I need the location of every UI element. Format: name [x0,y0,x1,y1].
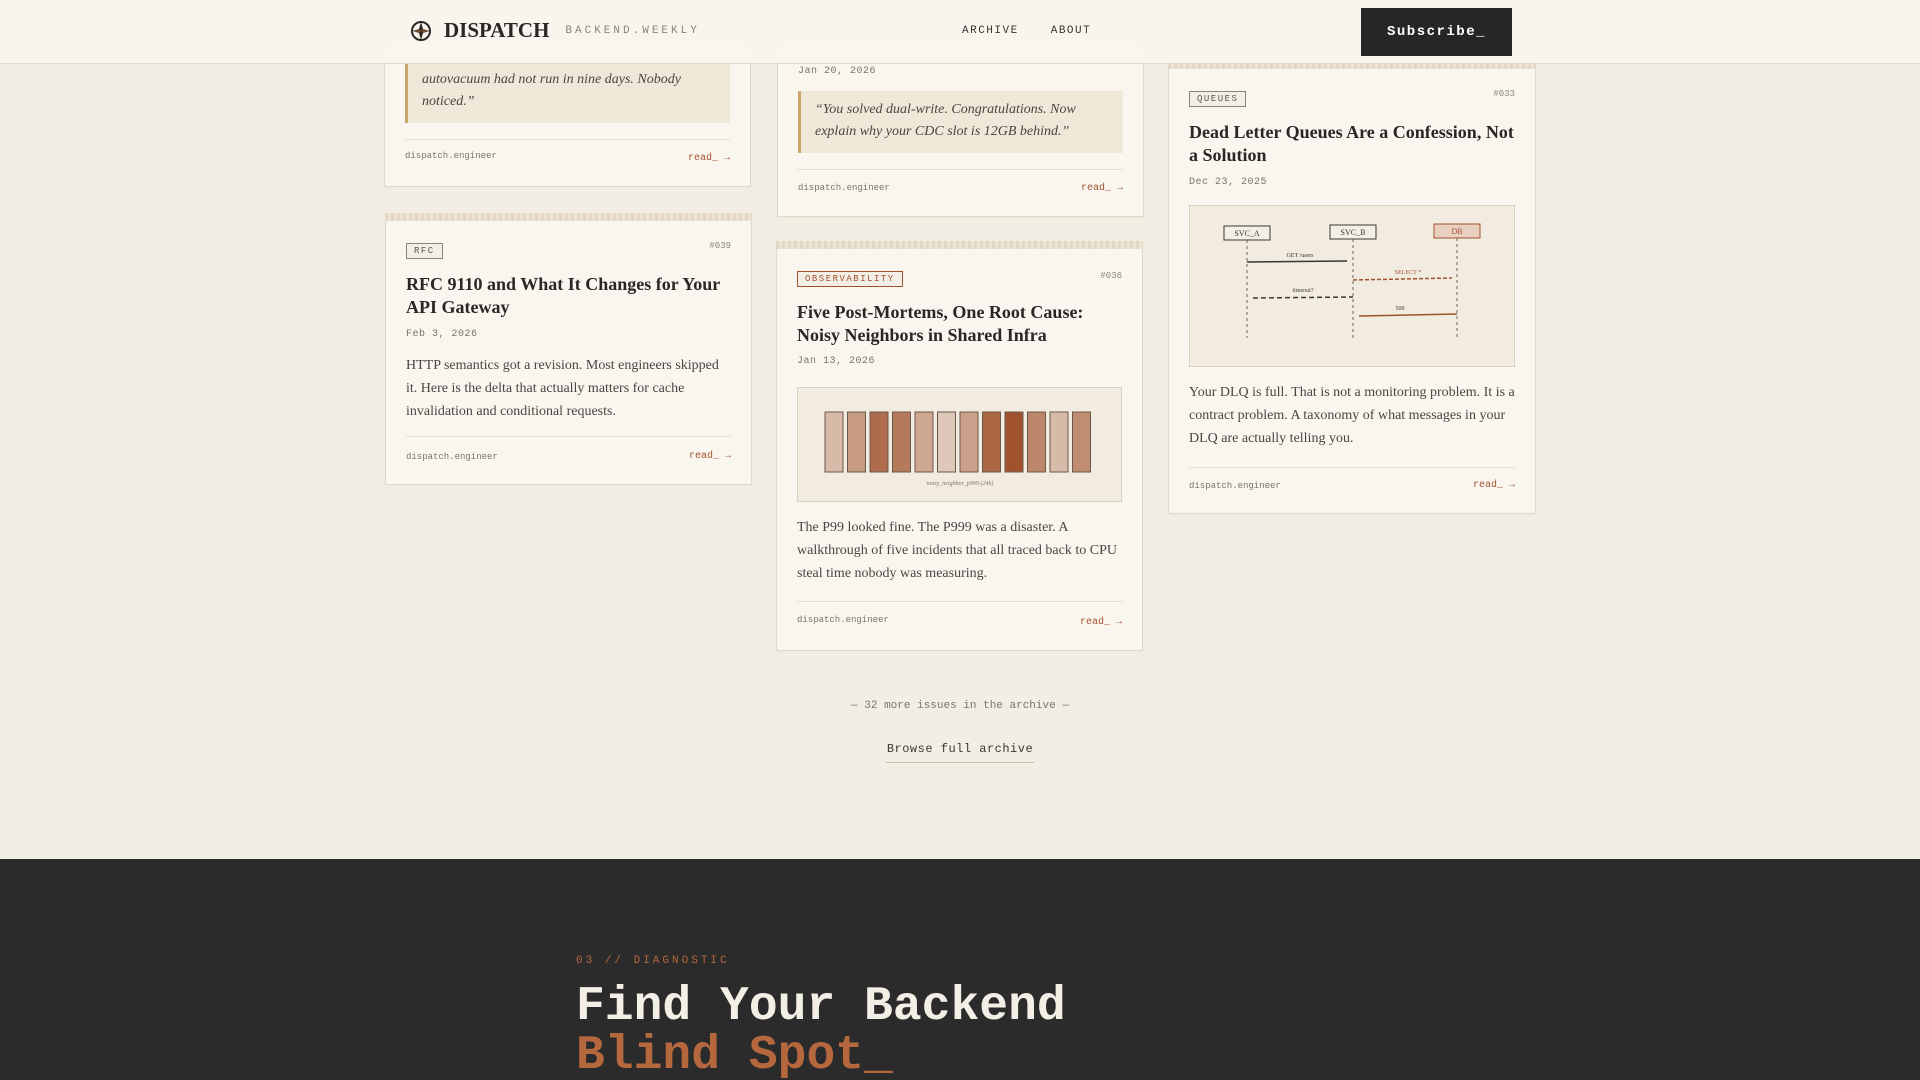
latency-bars-svg: noisy_neighbor_p999 (24h) [824,411,1091,487]
subscribe-button[interactable]: Subscribe_ [1361,8,1512,56]
latency-bar [824,411,844,473]
read-link[interactable]: read_ → [1473,480,1515,491]
card-domain: dispatch.engineer [798,183,890,193]
latency-bar [1004,411,1024,473]
card-divider [1189,467,1515,468]
category-tag: OBSERVABILITY [797,271,903,287]
card-domain: dispatch.engineer [406,452,498,462]
main-nav: ARCHIVE ABOUT [962,25,1091,37]
section-title: Find Your Backend Blind Spot_ [576,983,1066,1080]
latency-bar [869,411,889,473]
category-tag: RFC [406,243,443,259]
card-title[interactable]: Dead Letter Queues Are a Confession, Not… [1189,121,1515,167]
card-domain: dispatch.engineer [1189,481,1281,491]
read-link[interactable]: read_ → [688,153,730,164]
msg-timeout: timeout? [1293,288,1314,294]
card-domain: dispatch.engineer [405,151,497,161]
card-date: Jan 13, 2026 [797,356,876,367]
actor-db: DB [1451,227,1462,236]
latency-bar [982,411,1001,473]
card-divider [406,436,731,437]
compass-logo-icon [411,20,431,41]
msg-500: 500 [1396,306,1405,312]
section-title-line1: Find Your Backend [576,980,1066,1034]
issue-card-cdc[interactable]: Jan 20, 2026 “You solved dual-write. Con… [777,40,1144,217]
read-link[interactable]: read_ → [689,451,731,462]
sequence-diagram: SVC_A SVC_B DB GET /users SELECT * timeo… [1189,205,1515,367]
latency-bar [1072,411,1091,473]
issue-card-observability[interactable]: OBSERVABILITY #036 Five Post-Mortems, On… [776,241,1143,651]
actor-svc-a: SVC_A [1234,229,1260,238]
latency-bar [892,411,911,473]
card-excerpt: Your DLQ is full. That is not a monitori… [1189,385,1515,446]
card-date: Jan 20, 2026 [798,66,877,77]
card-date: Feb 3, 2026 [406,329,478,340]
card-divider [798,169,1123,170]
figure-caption: noisy_neighbor_p999 (24h) [927,480,994,487]
latency-bar [1049,411,1069,473]
issue-number: #039 [709,241,731,251]
issue-card-dlq[interactable]: QUEUES #033 Dead Letter Queues Are a Con… [1168,61,1536,514]
issue-card-rfc[interactable]: RFC #039 RFC 9110 and What It Changes fo… [385,213,752,485]
section-title-line2: Blind Spot_ [576,1029,893,1080]
category-tag: QUEUES [1189,91,1247,107]
latency-bar [959,411,979,473]
nav-about[interactable]: ABOUT [1051,25,1092,37]
card-divider [405,139,730,140]
card-excerpt: HTTP semantics got a revision. Most engi… [406,358,719,419]
archive-count: — 32 more issues in the archive — [851,700,1069,712]
card-title[interactable]: Five Post-Mortems, One Root Cause: Noisy… [797,301,1122,347]
issue-number: #036 [1100,271,1122,281]
issue-number: #033 [1493,89,1515,99]
read-link[interactable]: read_ → [1081,183,1123,194]
nav-archive[interactable]: ARCHIVE [962,25,1019,37]
brand-name: DISPATCH [444,18,550,42]
msg-get: GET /users [1286,253,1314,259]
latency-bar [937,411,956,473]
read-link[interactable]: read_ → [1080,617,1122,628]
card-quote: autovacuum had not run in nine days. Nob… [405,63,730,123]
site-header: DISPATCH BACKEND.WEEKLY ARCHIVE ABOUT Su… [0,0,1920,64]
card-domain: dispatch.engineer [797,615,889,625]
latency-bar [847,411,866,473]
card-divider [797,601,1122,602]
card-excerpt: The P99 looked fine. The P999 was a disa… [797,520,1117,581]
sequence-diagram-svg: SVC_A SVC_B DB GET /users SELECT * timeo… [1223,223,1481,338]
latency-bars-figure: noisy_neighbor_p999 (24h) [797,387,1122,502]
card-title[interactable]: RFC 9110 and What It Changes for Your AP… [406,273,731,319]
browse-archive-button[interactable]: Browse full archive [886,735,1034,763]
actor-svc-b: SVC_B [1341,228,1366,237]
brand[interactable]: DISPATCH BACKEND.WEEKLY [410,18,700,43]
latency-bar [1027,411,1046,473]
msg-select: SELECT * [1395,270,1421,276]
latency-bar [914,411,934,473]
section-eyebrow: 03 // DIAGNOSTIC [576,955,730,967]
card-date: Dec 23, 2025 [1189,177,1268,188]
diagnostic-section: 03 // DIAGNOSTIC Find Your Backend Blind… [0,859,1920,1080]
brand-tagline: BACKEND.WEEKLY [565,24,700,37]
card-quote: “You solved dual-write. Congratulations.… [798,91,1123,153]
